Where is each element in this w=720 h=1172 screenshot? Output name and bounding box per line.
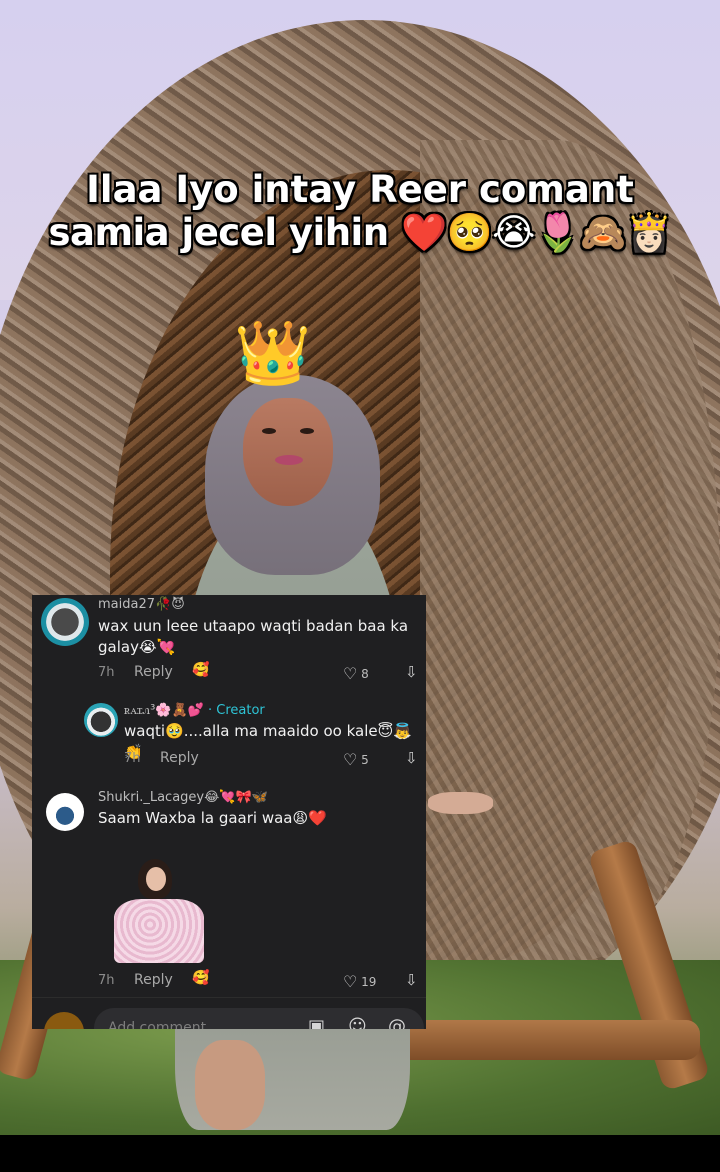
heart-icon: ♡	[343, 972, 358, 991]
comment-text: wax uun leee utaapo waqti badan baa ka g…	[98, 617, 409, 656]
reaction-emoji[interactable]: 🥰	[192, 970, 209, 986]
heart-icon: ♡	[343, 664, 358, 683]
like-button[interactable]: ♡ 5	[343, 750, 369, 769]
like-count: 8	[361, 667, 369, 681]
crown-emoji: 👑	[234, 316, 312, 389]
comment-time: 7h	[98, 973, 115, 988]
eye	[300, 428, 314, 434]
reply-time: 7h	[124, 751, 141, 766]
creator-badge: · Creator	[208, 703, 265, 718]
avatar[interactable]	[84, 703, 118, 737]
dislike-icon[interactable]: ⇩	[405, 971, 418, 989]
reply-button[interactable]: Reply	[160, 750, 199, 766]
reply-username[interactable]: ꭱꭺꮖꮑ³🌸🧸💕 · Creator	[124, 703, 265, 718]
dislike-icon[interactable]: ⇩	[405, 749, 418, 767]
avatar[interactable]	[41, 598, 89, 646]
reply-username-text: ꭱꭺꮖꮑ³🌸🧸💕	[124, 703, 204, 718]
like-count: 5	[361, 753, 369, 767]
reaction-emoji[interactable]: 🥰	[192, 662, 209, 678]
mention-icon[interactable]: @	[388, 1016, 406, 1029]
like-count: 19	[361, 975, 377, 989]
lips	[275, 455, 303, 465]
person-face	[243, 398, 333, 506]
dislike-icon[interactable]: ⇩	[405, 663, 418, 681]
chair-beam	[380, 1020, 700, 1060]
image-icon[interactable]: ▣	[308, 1016, 325, 1029]
reply-button[interactable]: Reply	[134, 664, 173, 680]
bottom-black-bar	[0, 1135, 720, 1172]
sticker-face	[146, 867, 166, 891]
heart-icon: ♡	[343, 750, 358, 769]
add-comment-placeholder: Add comment...	[108, 1020, 220, 1029]
add-comment-bar: Add comment... ▣ ☺ @	[32, 997, 426, 1029]
person-hand	[428, 792, 493, 814]
emoji-icon[interactable]: ☺	[348, 1016, 367, 1029]
person-foot	[195, 1040, 265, 1130]
my-avatar[interactable]	[44, 1012, 84, 1029]
comment-sticker-image	[106, 857, 216, 965]
like-button[interactable]: ♡ 8	[343, 664, 369, 683]
caption-line-2: samia jecel yihin ❤️🥺😭🌷🙈👸🏻	[48, 211, 672, 254]
eye	[262, 428, 276, 434]
comment-text: Saam Waxba la gaari waa😩❤️	[98, 809, 327, 827]
comment-panel: maida27🥀😈 wax uun leee utaapo waqti bada…	[32, 595, 426, 1029]
video-caption: Ilaa Iyo intay Reer comant samia jecel y…	[0, 168, 720, 254]
video-frame[interactable]: 👑 Ilaa Iyo intay Reer comant samia jecel…	[0, 0, 720, 1135]
comment-username[interactable]: Shukri._Lacagey😂💘🎀🦋	[98, 790, 268, 805]
like-button[interactable]: ♡ 19	[343, 972, 376, 991]
caption-line-1: Ilaa Iyo intay Reer comant	[86, 168, 634, 211]
avatar[interactable]	[46, 793, 84, 831]
sticker-dress	[114, 899, 204, 963]
reply-button[interactable]: Reply	[134, 972, 173, 988]
comment-time: 7h	[98, 665, 115, 680]
comment-username[interactable]: maida27🥀😈	[98, 597, 185, 612]
